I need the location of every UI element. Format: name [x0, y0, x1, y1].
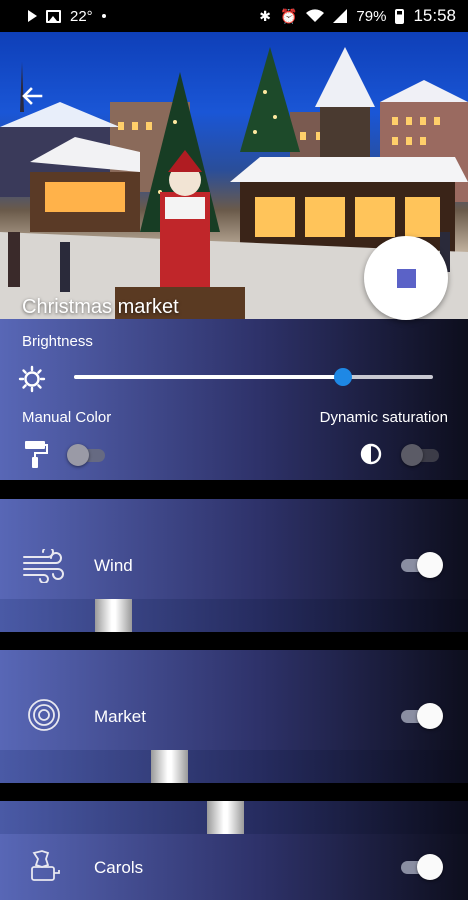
volume-slider-carols[interactable]: [0, 801, 468, 834]
battery-icon: [395, 8, 405, 24]
volume-slider-handle-carols[interactable]: [207, 801, 244, 834]
volume-slider-handle-wind[interactable]: [95, 599, 132, 632]
lighting-controls-panel: Brightness Manual Color Dynamic saturati…: [0, 319, 468, 480]
sound-toggle-market[interactable]: [399, 703, 443, 729]
sound-name-market: Market: [94, 707, 146, 726]
battery-percent-text: 79%: [356, 7, 387, 25]
more-notifications-dot-icon: [101, 14, 106, 18]
music-box-icon: [31, 850, 60, 881]
scene-title: Christmas market: [22, 296, 179, 318]
sound-name-carols: Carols: [94, 858, 144, 877]
dynamic-saturation-toggle[interactable]: [401, 444, 441, 466]
volume-slider-market[interactable]: [0, 750, 468, 783]
sound-toggle-carols[interactable]: [399, 854, 443, 880]
manual-color-toggle[interactable]: [67, 444, 107, 466]
sound-name-wind: Wind: [94, 556, 133, 575]
brightness-sun-icon: [18, 365, 46, 393]
clock-text: 15:58: [413, 6, 456, 25]
paint-roller-icon: [25, 441, 48, 468]
volume-slider-handle-market[interactable]: [151, 750, 188, 783]
sound-row-carols: Carols: [0, 801, 468, 900]
contrast-icon: [360, 443, 382, 465]
back-arrow-icon: [22, 87, 43, 105]
image-notification-icon: [46, 9, 61, 23]
sound-row-wind: Wind: [0, 499, 468, 632]
concentric-circles-icon: [28, 699, 60, 731]
bluetooth-icon: ✱: [259, 7, 271, 24]
status-bar: 22° ✱ ⏰ 79% 15:58: [0, 0, 468, 32]
stop-icon: [396, 268, 416, 288]
back-button[interactable]: [20, 84, 50, 114]
temperature-text: 22°: [70, 7, 93, 25]
manual-color-label: Manual Color: [22, 409, 112, 426]
volume-slider-wind[interactable]: [0, 599, 468, 632]
wifi-icon: [306, 9, 325, 22]
wind-icon: [23, 549, 64, 583]
sound-toggle-wind[interactable]: [399, 552, 443, 578]
play-notification-icon: [28, 10, 37, 22]
brightness-slider-thumb[interactable]: [334, 368, 353, 386]
stop-button[interactable]: [364, 236, 448, 320]
signal-icon: [333, 9, 348, 23]
brightness-slider[interactable]: [74, 368, 433, 386]
alarm-icon: ⏰: [279, 7, 298, 24]
brightness-slider-fill: [74, 375, 344, 379]
sound-row-market: Market: [0, 650, 468, 783]
dynamic-saturation-label: Dynamic saturation: [319, 409, 448, 426]
brightness-label: Brightness: [22, 333, 93, 350]
